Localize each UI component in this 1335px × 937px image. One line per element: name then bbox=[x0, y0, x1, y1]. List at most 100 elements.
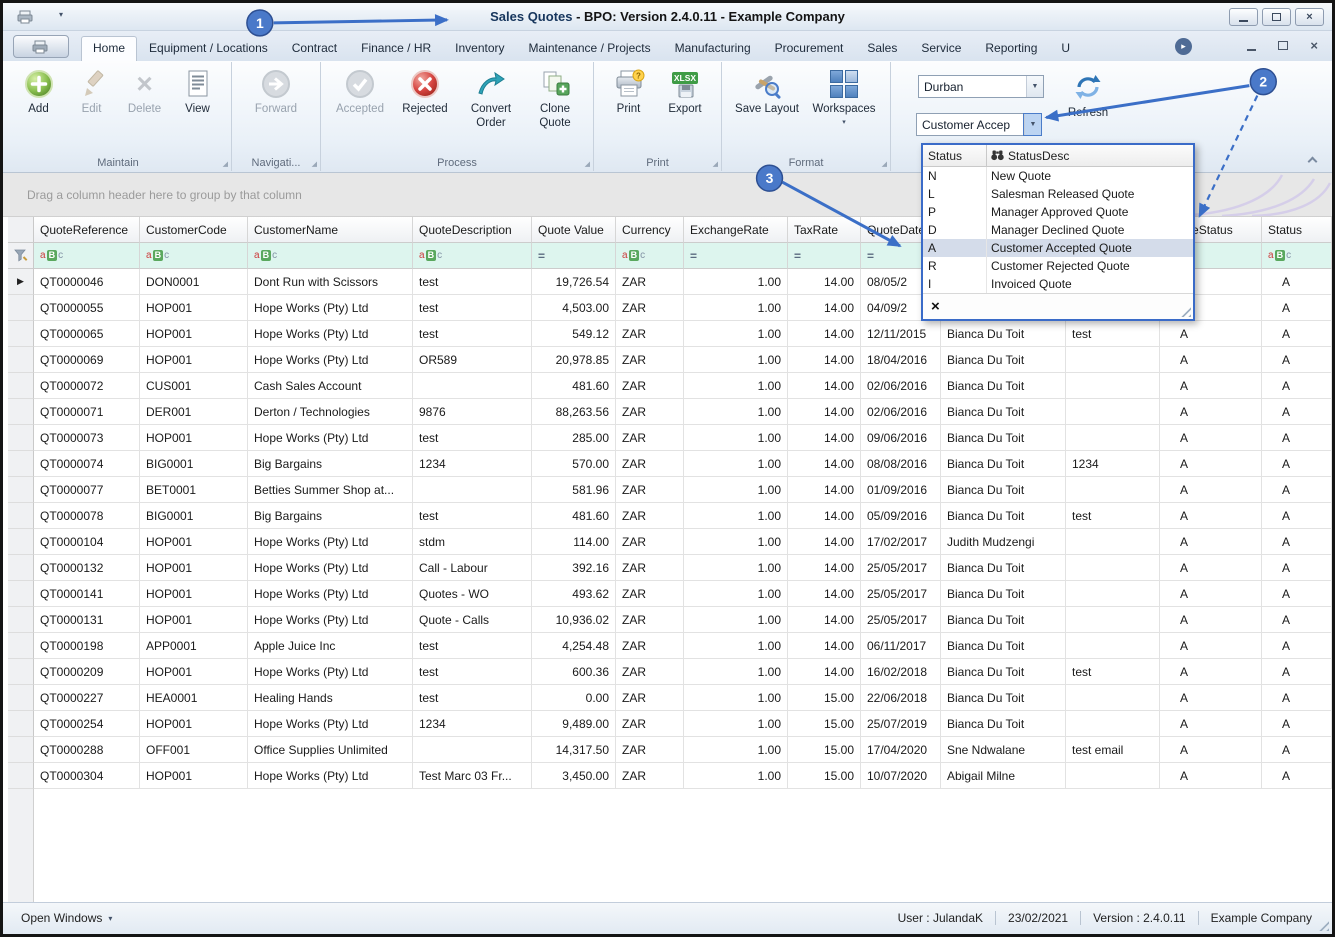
mdi-minimize-icon[interactable] bbox=[1247, 41, 1257, 51]
ribbon-group-label: Format bbox=[729, 154, 883, 171]
grid-row[interactable]: QT0000131 HOP001 Hope Works (Pty) Ltd Quote… bbox=[8, 607, 1332, 633]
accepted-button[interactable]: Accepted bbox=[328, 64, 392, 119]
cell: ZAR bbox=[616, 529, 684, 555]
column-header-taxrate[interactable]: TaxRate bbox=[788, 217, 861, 243]
grid-row[interactable]: QT0000071 DER001 Derton / Technologies 9876… bbox=[8, 399, 1332, 425]
column-header-currency[interactable]: Currency bbox=[616, 217, 684, 243]
grid-row[interactable]: QT0000304 HOP001 Hope Works (Pty) Ltd Test … bbox=[8, 763, 1332, 789]
grid-row[interactable]: QT0000198 APP0001 Apple Juice Inc test 4,254… bbox=[8, 633, 1332, 659]
filter-cell-quotereference[interactable]: aBc bbox=[34, 243, 140, 269]
filter-cell-taxrate[interactable]: = bbox=[788, 243, 861, 269]
dialog-launcher-icon[interactable]: ◢ bbox=[223, 160, 228, 168]
grid-row[interactable]: QT0000074 BIG0001 Big Bargains 1234 570.00 ZA… bbox=[8, 451, 1332, 477]
grid-row[interactable]: QT0000077 BET0001 Betties Summer Shop at..… bbox=[8, 477, 1332, 503]
dialog-launcher-icon[interactable]: ◢ bbox=[882, 160, 887, 168]
grid-row[interactable]: QT0000254 HOP001 Hope Works (Pty) Ltd 1234 9… bbox=[8, 711, 1332, 737]
filter-cell-quote-value[interactable]: = bbox=[532, 243, 616, 269]
column-header-exchangerate[interactable]: ExchangeRate bbox=[684, 217, 788, 243]
tab-contract[interactable]: Contract bbox=[280, 36, 349, 61]
tab-sales[interactable]: Sales bbox=[855, 36, 909, 61]
maximize-button[interactable] bbox=[1262, 8, 1291, 26]
popup-clear-filter-button[interactable]: × bbox=[931, 299, 940, 314]
status-option-D[interactable]: D Manager Declined Quote bbox=[923, 221, 1193, 239]
mdi-restore-icon[interactable] bbox=[1278, 41, 1289, 50]
tab-equipment-locations[interactable]: Equipment / Locations bbox=[137, 36, 280, 61]
site-selector[interactable]: Durban ▼ bbox=[918, 75, 1044, 98]
dialog-launcher-icon[interactable]: ◢ bbox=[585, 160, 590, 168]
button-label: Print bbox=[616, 103, 641, 115]
open-windows-button[interactable]: Open Windows ▾ bbox=[21, 911, 112, 925]
mdi-close-icon[interactable]: × bbox=[1310, 38, 1318, 53]
popup-column-statusdesc[interactable]: StatusDesc bbox=[987, 145, 1193, 166]
status-option-L[interactable]: L Salesman Released Quote bbox=[923, 185, 1193, 203]
status-option-N[interactable]: N New Quote bbox=[923, 167, 1193, 185]
workspaces-button[interactable]: Workspaces ▾ bbox=[805, 64, 883, 129]
dialog-launcher-icon[interactable]: ◢ bbox=[312, 160, 317, 168]
column-header-status[interactable]: Status bbox=[1262, 217, 1332, 243]
save-layout-button[interactable]: Save Layout bbox=[729, 64, 805, 119]
tab-reporting[interactable]: Reporting bbox=[973, 36, 1049, 61]
grid-row[interactable]: QT0000072 CUS001 Cash Sales Account 481.60 Z… bbox=[8, 373, 1332, 399]
filter-cell-currency[interactable]: aBc bbox=[616, 243, 684, 269]
tab-service[interactable]: Service bbox=[909, 36, 973, 61]
print-button[interactable]: ? Print bbox=[601, 64, 656, 119]
tab-finance-hr[interactable]: Finance / HR bbox=[349, 36, 443, 61]
status-option-A[interactable]: A Customer Accepted Quote bbox=[923, 239, 1193, 257]
status-option-P[interactable]: P Manager Approved Quote bbox=[923, 203, 1193, 221]
column-header-customercode[interactable]: CustomerCode bbox=[140, 217, 248, 243]
add-button[interactable]: Add bbox=[12, 64, 65, 119]
status-option-I[interactable]: I Invoiced Quote bbox=[923, 275, 1193, 293]
view-button[interactable]: View bbox=[171, 64, 224, 119]
collapse-ribbon-icon[interactable] bbox=[1307, 156, 1318, 167]
tab-scroll-right-icon[interactable]: ▸ bbox=[1175, 38, 1192, 55]
tab-home[interactable]: Home bbox=[81, 36, 138, 61]
tab-procurement[interactable]: Procurement bbox=[763, 36, 856, 61]
tab-manufacturing[interactable]: Manufacturing bbox=[663, 36, 763, 61]
tab-maintenance-projects[interactable]: Maintenance / Projects bbox=[517, 36, 663, 61]
filter-cell-exchangerate[interactable]: = bbox=[684, 243, 788, 269]
grid-row[interactable]: QT0000141 HOP001 Hope Works (Pty) Ltd Quote… bbox=[8, 581, 1332, 607]
convert-order-button[interactable]: Convert Order bbox=[458, 64, 524, 132]
application-menu-button[interactable] bbox=[13, 35, 69, 58]
close-button[interactable]: × bbox=[1295, 8, 1324, 26]
popup-column-status[interactable]: Status bbox=[923, 145, 987, 166]
column-header-quotedescription[interactable]: QuoteDescription bbox=[413, 217, 532, 243]
dialog-launcher-icon[interactable]: ◢ bbox=[713, 160, 718, 168]
minimize-button[interactable] bbox=[1229, 8, 1258, 26]
grid-row[interactable]: QT0000065 HOP001 Hope Works (Pty) Ltd test 5… bbox=[8, 321, 1332, 347]
status-filter-selector[interactable]: Customer Accep ▼ bbox=[916, 113, 1042, 136]
status-option-R[interactable]: R Customer Rejected Quote bbox=[923, 257, 1193, 275]
edit-button[interactable]: Edit bbox=[65, 64, 118, 119]
grid-row[interactable]: QT0000227 HEA0001 Healing Hands test 0.00 ZAR… bbox=[8, 685, 1332, 711]
clone-quote-button[interactable]: Clone Quote bbox=[524, 64, 586, 132]
grid-row[interactable]: QT0000069 HOP001 Hope Works (Pty) Ltd OR589… bbox=[8, 347, 1332, 373]
column-header-quotereference[interactable]: QuoteReference bbox=[34, 217, 140, 243]
tab-u[interactable]: U bbox=[1049, 36, 1082, 61]
status-option-code: N bbox=[923, 167, 987, 185]
grid-row[interactable]: QT0000288 OFF001 Office Supplies Unlimited… bbox=[8, 737, 1332, 763]
status-filter-chevron-down-icon[interactable]: ▼ bbox=[1023, 113, 1042, 136]
filter-cell-customername[interactable]: aBc bbox=[248, 243, 413, 269]
grid-row[interactable]: QT0000073 HOP001 Hope Works (Pty) Ltd test 2… bbox=[8, 425, 1332, 451]
filter-cell-status[interactable]: aBc bbox=[1262, 243, 1332, 269]
rejected-button[interactable]: Rejected bbox=[392, 64, 458, 119]
column-header-quote-value[interactable]: Quote Value bbox=[532, 217, 616, 243]
grid-row[interactable]: QT0000209 HOP001 Hope Works (Pty) Ltd test 6… bbox=[8, 659, 1332, 685]
forward-button[interactable]: Forward bbox=[239, 64, 313, 119]
cell: A bbox=[1262, 347, 1332, 373]
chevron-down-icon[interactable]: ▼ bbox=[1026, 76, 1043, 97]
delete-button[interactable]: × Delete bbox=[118, 64, 171, 119]
popup-resize-grip[interactable] bbox=[1180, 306, 1191, 317]
cell: A bbox=[1160, 373, 1262, 399]
column-header-customername[interactable]: CustomerName bbox=[248, 217, 413, 243]
tab-inventory[interactable]: Inventory bbox=[443, 36, 516, 61]
popup-header: Status StatusDesc bbox=[923, 145, 1193, 167]
grid-row[interactable]: QT0000132 HOP001 Hope Works (Pty) Ltd Call … bbox=[8, 555, 1332, 581]
export-button[interactable]: XLSX Export bbox=[656, 64, 714, 119]
grid-row[interactable]: QT0000078 BIG0001 Big Bargains test 481.60 ZA… bbox=[8, 503, 1332, 529]
filter-cell-quotedescription[interactable]: aBc bbox=[413, 243, 532, 269]
grid-row[interactable]: QT0000104 HOP001 Hope Works (Pty) Ltd stdm 1… bbox=[8, 529, 1332, 555]
refresh-button[interactable]: Refresh bbox=[1053, 67, 1123, 131]
filter-cell-customercode[interactable]: aBc bbox=[140, 243, 248, 269]
window-resize-grip[interactable] bbox=[1316, 918, 1329, 931]
